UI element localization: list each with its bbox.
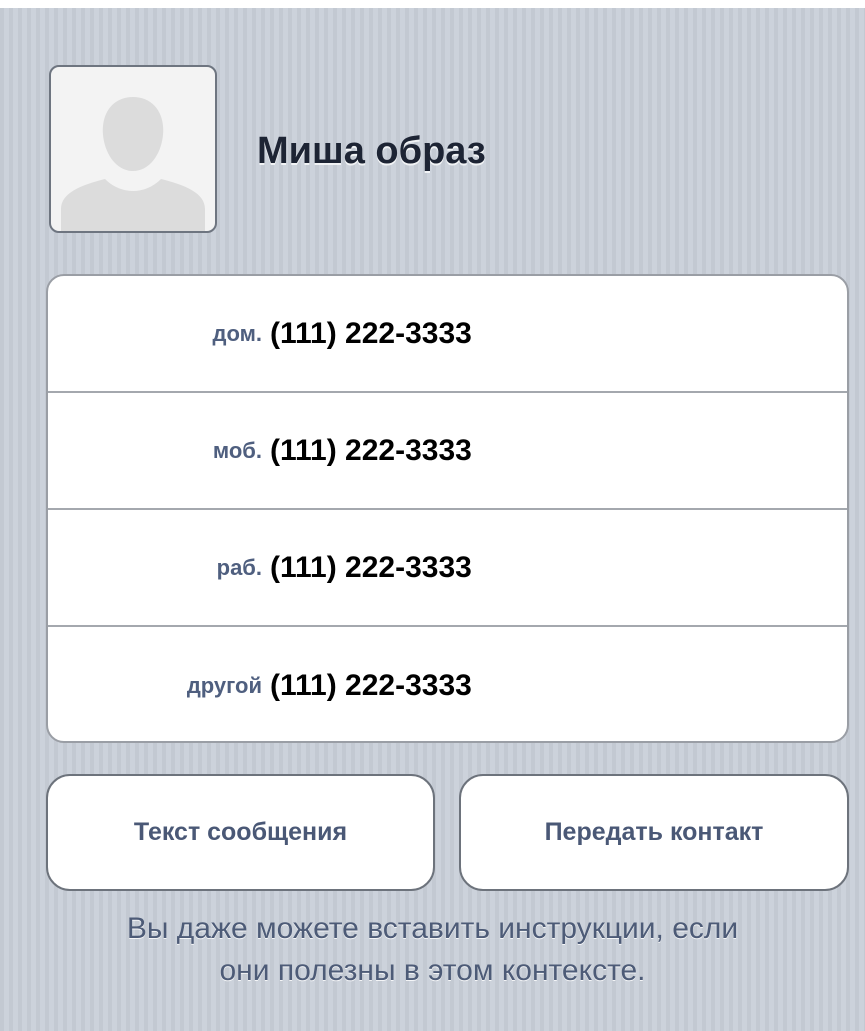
phone-number: (111) 222-3333 xyxy=(270,316,472,350)
phone-label: раб. xyxy=(216,554,262,580)
phone-number: (111) 222-3333 xyxy=(270,433,472,467)
instructions-line-1: Вы даже можете вставить инструкции, если xyxy=(126,912,739,945)
phone-row-other[interactable]: другой (111) 222-3333 xyxy=(48,627,847,741)
phone-row-mobile[interactable]: моб. (111) 222-3333 xyxy=(48,393,847,510)
person-placeholder-icon xyxy=(61,97,205,231)
phone-label: другой xyxy=(186,672,262,698)
instructions-text: Вы даже можете вставить инструкции, если… xyxy=(0,908,865,992)
phone-number: (111) 222-3333 xyxy=(270,550,472,584)
instructions-line-2: они полезны в этом контексте. xyxy=(219,954,646,987)
share-contact-button[interactable]: Передать контакт xyxy=(459,774,849,891)
phone-number: (111) 222-3333 xyxy=(270,668,472,702)
phone-label: дом. xyxy=(212,320,263,346)
phone-row-work[interactable]: раб. (111) 222-3333 xyxy=(48,510,847,627)
contact-screen: Миша образ дом. (111) 222-3333 моб. (111… xyxy=(0,8,865,1031)
text-message-button[interactable]: Текст сообщения xyxy=(46,774,435,891)
phone-list: дом. (111) 222-3333 моб. (111) 222-3333 … xyxy=(46,274,849,743)
contact-avatar[interactable] xyxy=(49,65,217,233)
phone-label: моб. xyxy=(212,437,262,463)
contact-name: Миша образ xyxy=(257,130,486,172)
phone-row-home[interactable]: дом. (111) 222-3333 xyxy=(48,276,847,393)
